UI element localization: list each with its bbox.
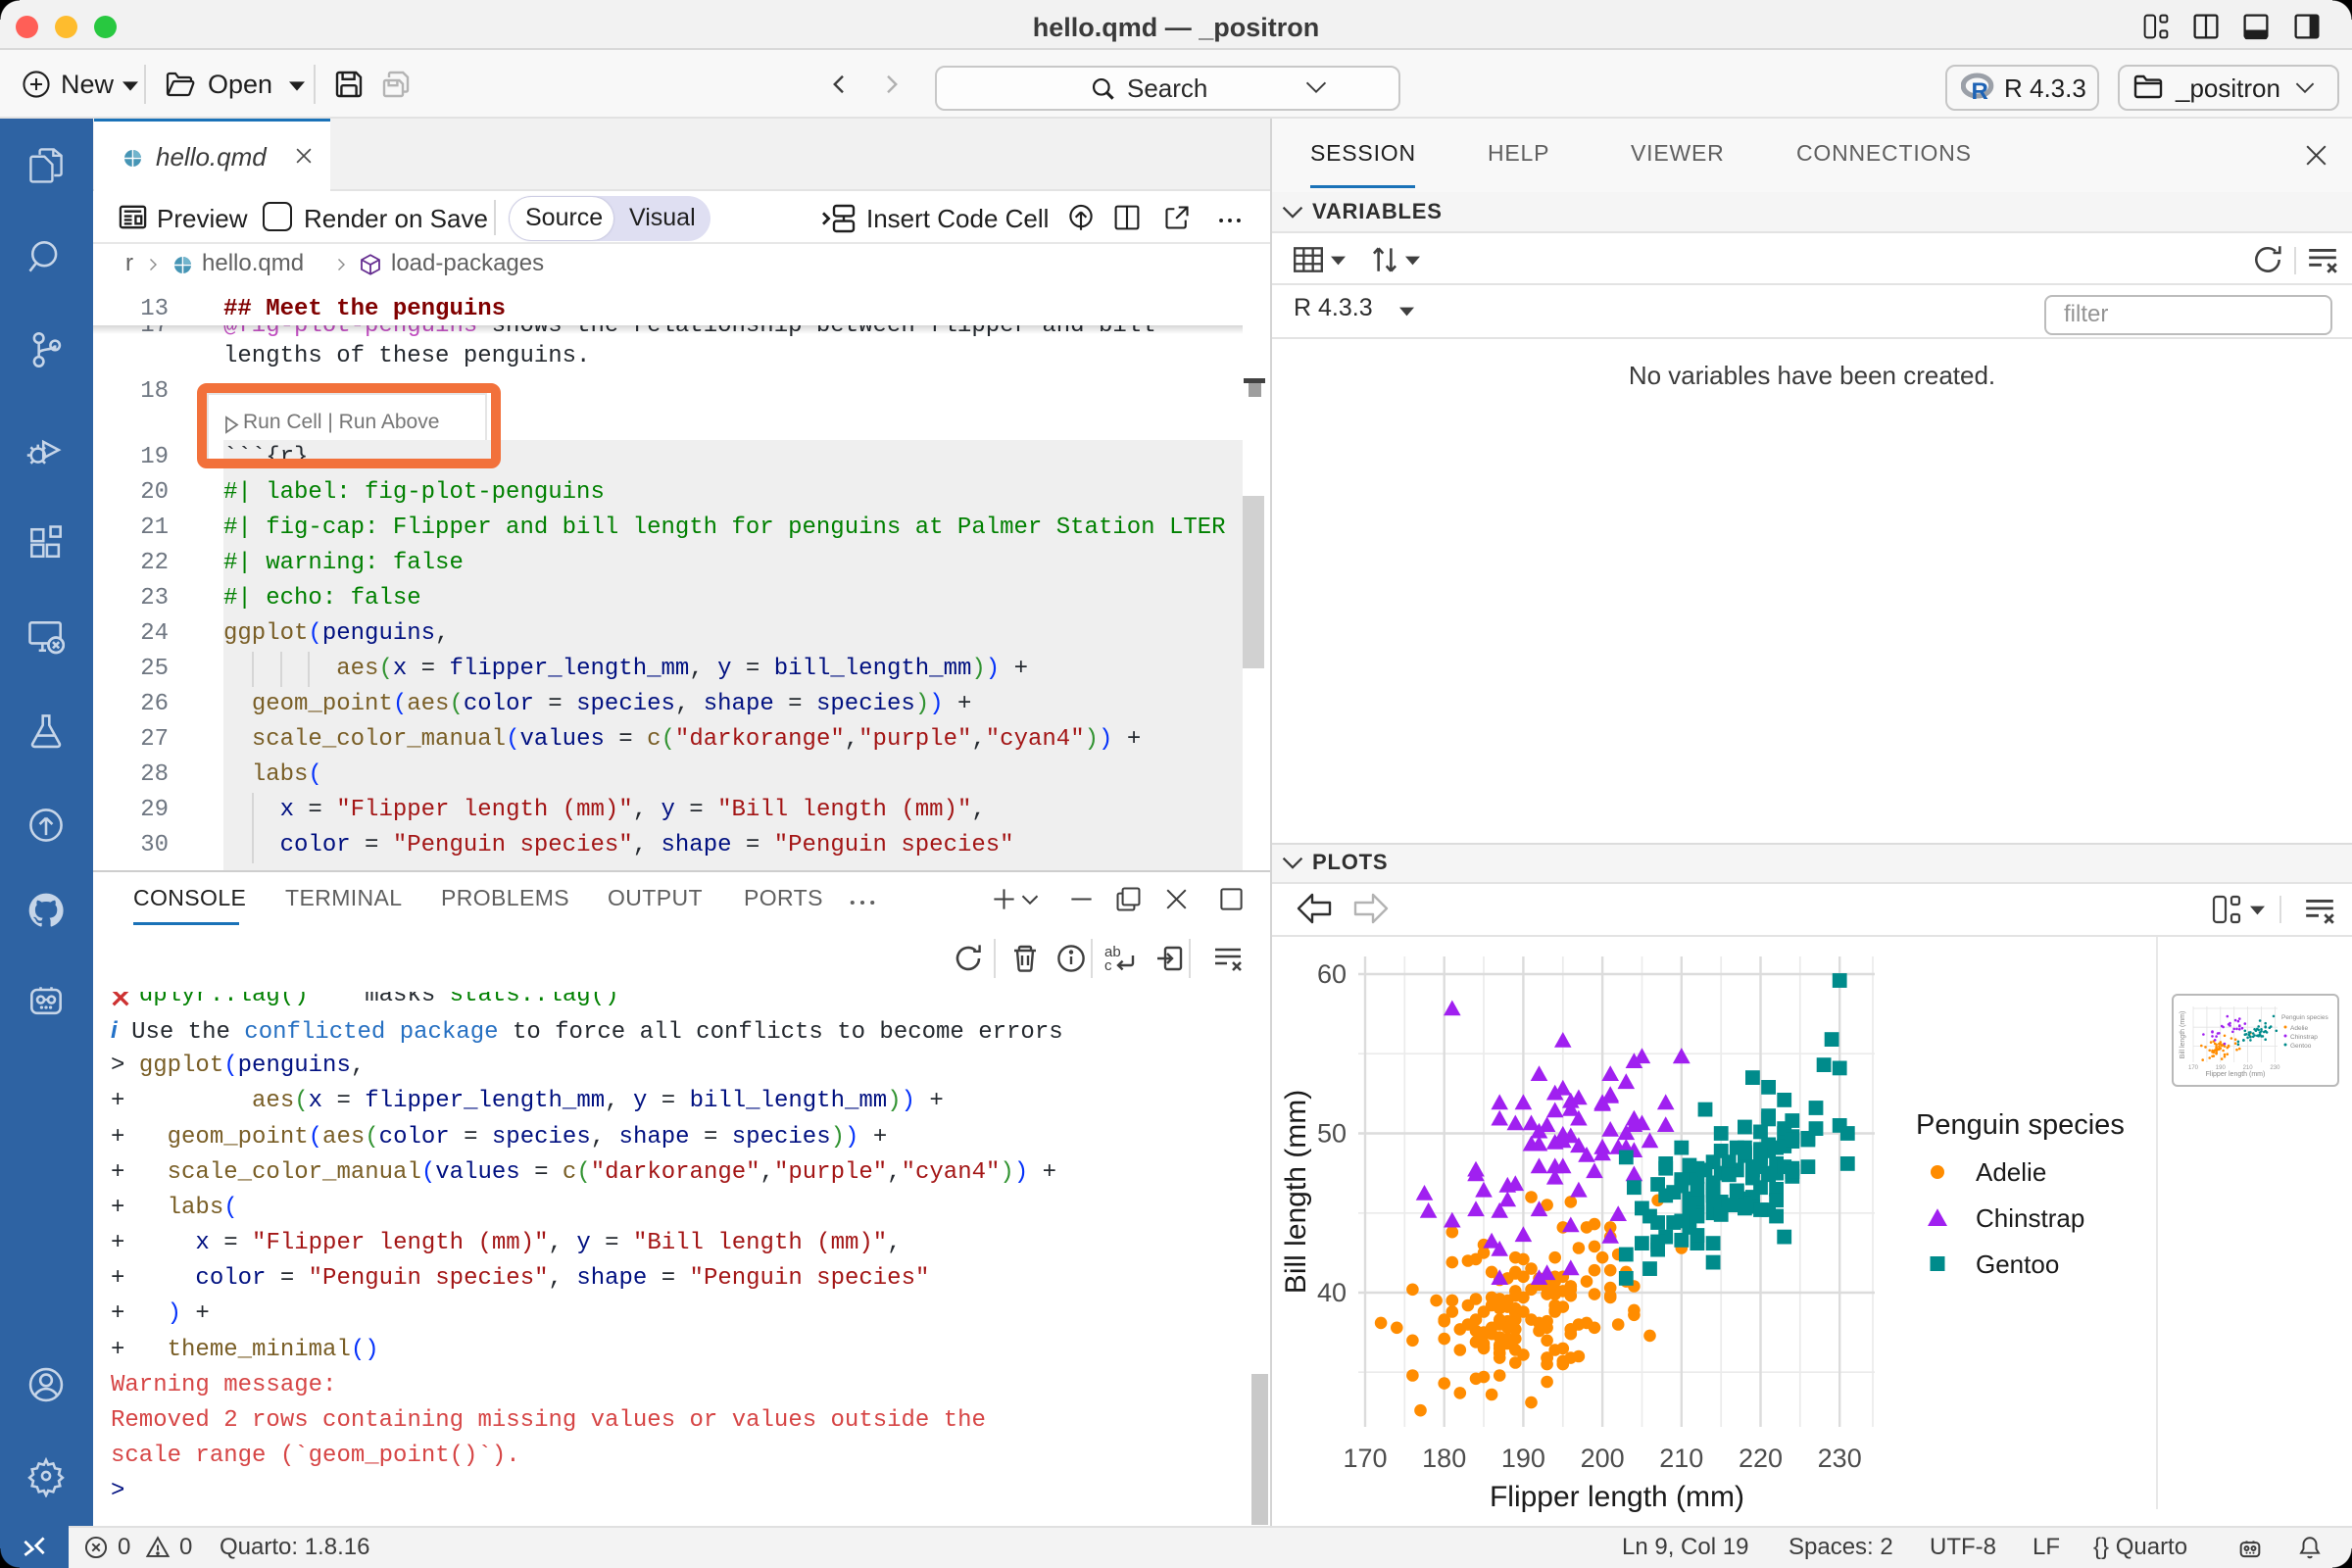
svg-text:Penguin species: Penguin species	[1916, 1109, 2125, 1141]
svg-text:170: 170	[2188, 1065, 2199, 1071]
svg-text:Gentoo: Gentoo	[2290, 1043, 2312, 1050]
svg-text:Adelie: Adelie	[1976, 1157, 2046, 1187]
svg-text:220: 220	[1739, 1444, 1783, 1473]
svg-text:Penguin species: Penguin species	[2281, 1014, 2328, 1021]
svg-text:170: 170	[1343, 1444, 1387, 1473]
svg-text:180: 180	[1422, 1444, 1466, 1473]
svg-text:190: 190	[2216, 1065, 2227, 1071]
svg-text:Flipper length (mm): Flipper length (mm)	[1490, 1481, 1744, 1513]
svg-text:230: 230	[1818, 1444, 1862, 1473]
svg-text:40: 40	[1317, 1278, 1347, 1307]
svg-text:230: 230	[2270, 1065, 2280, 1071]
svg-text:Chinstrap: Chinstrap	[1976, 1203, 2084, 1233]
svg-text:60: 60	[1317, 959, 1347, 989]
svg-text:Adelie: Adelie	[2290, 1025, 2308, 1032]
svg-text:200: 200	[1581, 1444, 1625, 1473]
svg-text:210: 210	[2243, 1065, 2254, 1071]
svg-text:50: 50	[1317, 1119, 1347, 1149]
svg-text:210: 210	[1659, 1444, 1703, 1473]
svg-text:190: 190	[1501, 1444, 1545, 1473]
svg-text:Bill length (mm): Bill length (mm)	[2180, 1011, 2186, 1059]
svg-text:Chinstrap: Chinstrap	[2290, 1034, 2318, 1041]
svg-text:Flipper length (mm): Flipper length (mm)	[2206, 1071, 2266, 1078]
svg-text:Gentoo: Gentoo	[1976, 1250, 2059, 1279]
svg-text:Bill length (mm): Bill length (mm)	[1280, 1090, 1312, 1294]
